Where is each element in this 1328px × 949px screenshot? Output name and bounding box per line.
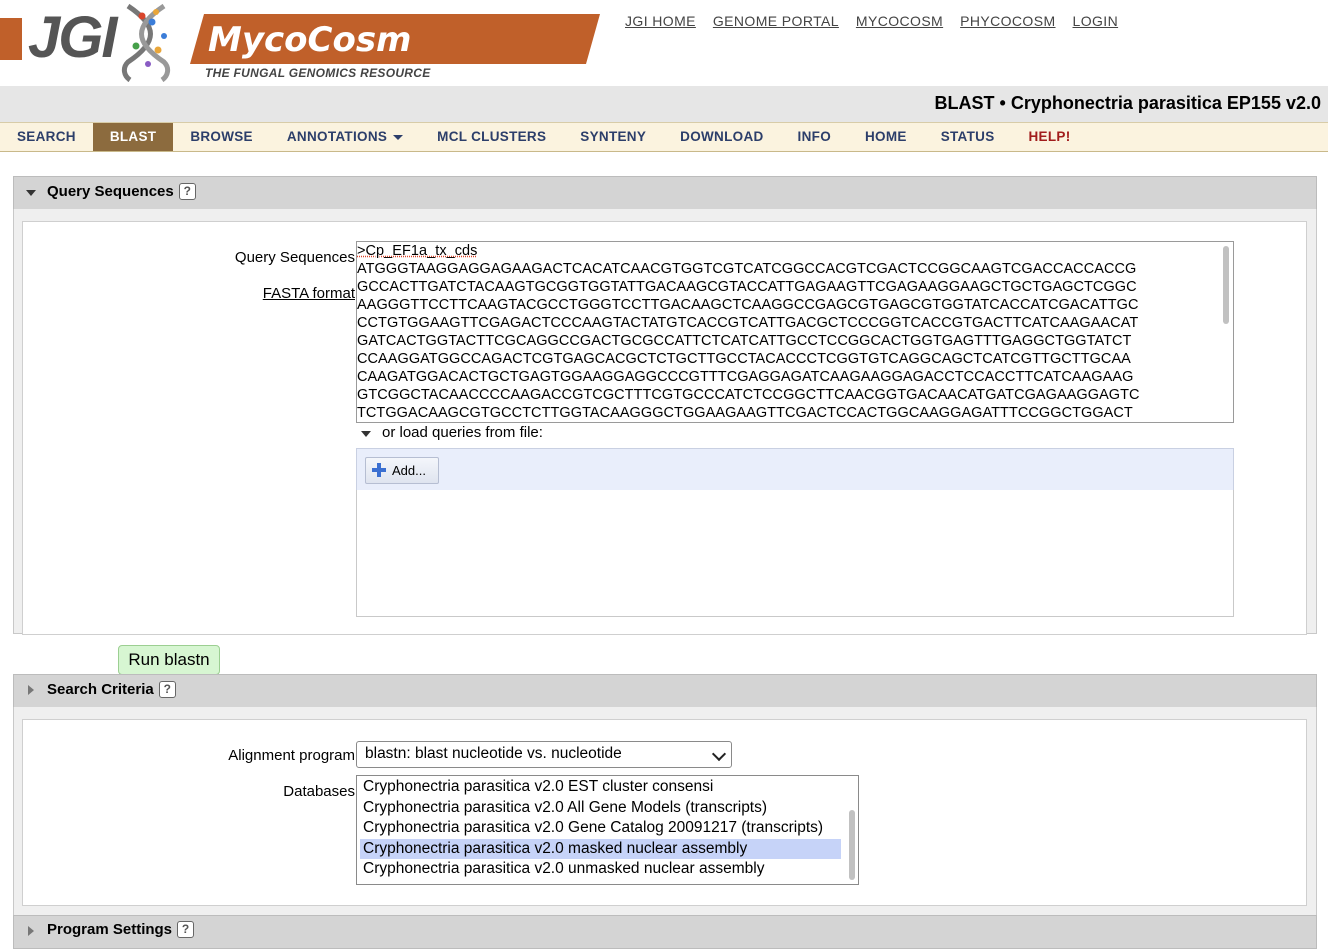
help-icon[interactable]: ? bbox=[178, 183, 196, 200]
link-phycocosm[interactable]: PHYCOCOSM bbox=[960, 13, 1055, 29]
sequence-line: GATCACTGGTACTTCGCAGGCCGACTGCGCCATTCTCATC… bbox=[357, 333, 1132, 349]
sequence-line: GCCACTTGATCTACAAGTGCGGTGGTATTGACAAGCGTAC… bbox=[357, 279, 1137, 295]
mycocosm-tagline: THE FUNGAL GENOMICS RESOURCE bbox=[205, 66, 431, 80]
title-bar: BLAST • Cryphonectria parasitica EP155 v… bbox=[0, 86, 1328, 123]
link-mycocosm[interactable]: MYCOCOSM bbox=[856, 13, 943, 29]
run-blastn-button[interactable]: Run blastn bbox=[118, 645, 220, 675]
upload-toolbar: Add... bbox=[356, 448, 1234, 492]
sequence-line: TCTGGACAAGCGTGCCTCTTGGTACAAGGGCTGGAAGAAG… bbox=[357, 405, 1133, 421]
query-panel-title: Query Sequences? bbox=[47, 183, 196, 200]
nav-search[interactable]: SEARCH bbox=[0, 123, 93, 151]
nav-home[interactable]: HOME bbox=[848, 123, 924, 151]
plus-icon bbox=[372, 463, 386, 477]
nav-synteny[interactable]: SYNTENY bbox=[563, 123, 663, 151]
link-login[interactable]: LOGIN bbox=[1073, 13, 1119, 29]
listbox-scrollbar[interactable] bbox=[849, 810, 855, 880]
search-criteria-title: Search Criteria? bbox=[47, 681, 176, 698]
search-criteria-header[interactable]: Search Criteria? bbox=[13, 674, 1317, 708]
sequence-line: AAGGGTTCCTTCAAGTACGCCTGGGTCCTTGACAAGCTCA… bbox=[357, 297, 1139, 313]
add-file-button[interactable]: Add... bbox=[365, 457, 439, 484]
database-option[interactable]: Cryphonectria parasitica v2.0 unmasked n… bbox=[360, 859, 841, 879]
nav-info[interactable]: INFO bbox=[781, 123, 848, 151]
nav-annotations-label: ANNOTATIONS bbox=[286, 129, 388, 144]
databases-listbox[interactable]: Cryphonectria parasitica v2.0 EST cluste… bbox=[356, 775, 859, 885]
site-header: JGI MycoCosm THE FUNGAL GENOMICS RESOURC… bbox=[0, 0, 1328, 86]
alignment-program-select[interactable]: blastn: blast nucleotide vs. nucleotide bbox=[356, 741, 732, 768]
fasta-format-link[interactable]: FASTA format bbox=[160, 285, 355, 302]
databases-label: Databases bbox=[283, 783, 355, 800]
upload-file-list[interactable] bbox=[356, 490, 1234, 617]
jgi-logo-bar bbox=[0, 18, 22, 60]
alignment-program-value: blastn: blast nucleotide vs. nucleotide bbox=[365, 745, 622, 762]
sequence-line: CCAAGGATGGCCAGACTCGTGAGCACGCTCTGCTTGCCTA… bbox=[357, 351, 1131, 367]
triangle-right-icon bbox=[28, 685, 34, 695]
top-links: JGI HOME GENOME PORTAL MYCOCOSM PHYCOCOS… bbox=[625, 13, 1118, 29]
database-option[interactable]: Cryphonectria parasitica v2.0 Gene Catal… bbox=[360, 818, 841, 838]
program-settings-title: Program Settings? bbox=[47, 921, 195, 938]
jgi-logo[interactable]: JGI bbox=[28, 4, 117, 71]
dna-helix-icon bbox=[121, 3, 171, 82]
textarea-scrollbar[interactable] bbox=[1223, 246, 1229, 324]
query-sequence-textarea[interactable]: >Cp_EF1a_tx_cds ATGGGTAAGGAGGAGAAGACTCACA… bbox=[356, 241, 1234, 423]
main-nav: SEARCH BLAST BROWSE ANNOTATIONS MCL CLUS… bbox=[0, 122, 1328, 152]
sequence-line: GTCGGCTACAACCCCAAGACCGTCGCTTTCGTGCCCATCT… bbox=[357, 387, 1140, 403]
nav-blast[interactable]: BLAST bbox=[92, 123, 174, 151]
query-sequences-label: Query Sequences bbox=[234, 249, 355, 266]
nav-annotations[interactable]: ANNOTATIONS bbox=[270, 123, 420, 151]
query-sequence-text: >Cp_EF1a_tx_cds ATGGGTAAGGAGGAGAAGACTCACA… bbox=[357, 242, 1217, 422]
nav-mcl-clusters[interactable]: MCL CLUSTERS bbox=[420, 123, 563, 151]
link-genome-portal[interactable]: GENOME PORTAL bbox=[713, 13, 839, 29]
sequence-line: CAAGATGGACACTGCTGAGTGGAAGGAGGCCCGTTTCGAG… bbox=[357, 369, 1134, 385]
link-jgi-home[interactable]: JGI HOME bbox=[625, 13, 696, 29]
database-option[interactable]: Cryphonectria parasitica v2.0 All Gene M… bbox=[360, 798, 841, 818]
query-panel-header[interactable]: Query Sequences? bbox=[13, 176, 1317, 210]
sequence-line: ATGGGTAAGGAGGAGAAGACTCACATCAACGTGGTCGTCA… bbox=[357, 261, 1137, 277]
triangle-down-icon bbox=[26, 190, 36, 196]
triangle-down-icon[interactable] bbox=[361, 430, 372, 439]
nav-download[interactable]: DOWNLOAD bbox=[663, 123, 780, 151]
database-option-selected[interactable]: Cryphonectria parasitica v2.0 masked nuc… bbox=[360, 839, 841, 859]
chevron-down-icon bbox=[711, 746, 727, 762]
mycocosm-logo[interactable]: MycoCosm bbox=[208, 20, 412, 60]
help-icon[interactable]: ? bbox=[158, 681, 176, 698]
page-title: BLAST • Cryphonectria parasitica EP155 v… bbox=[934, 93, 1321, 113]
program-settings-header[interactable]: Program Settings? bbox=[13, 915, 1317, 949]
load-from-file-label: or load queries from file: bbox=[382, 424, 543, 441]
nav-status[interactable]: STATUS bbox=[924, 123, 1012, 151]
help-icon[interactable]: ? bbox=[177, 921, 195, 938]
alignment-program-label: Alignment program bbox=[228, 747, 355, 764]
nav-browse[interactable]: BROWSE bbox=[173, 123, 270, 151]
database-option[interactable]: Cryphonectria parasitica v2.0 EST cluste… bbox=[360, 777, 841, 797]
nav-help[interactable]: HELP! bbox=[1012, 123, 1088, 151]
sequence-header-line: >Cp_EF1a_tx_cds bbox=[357, 243, 478, 259]
sequence-line: CCTGTGGAAGTTCGAGACTCCCAAGTACTATGTCACCGTC… bbox=[357, 315, 1139, 331]
caret-down-icon bbox=[393, 134, 404, 140]
